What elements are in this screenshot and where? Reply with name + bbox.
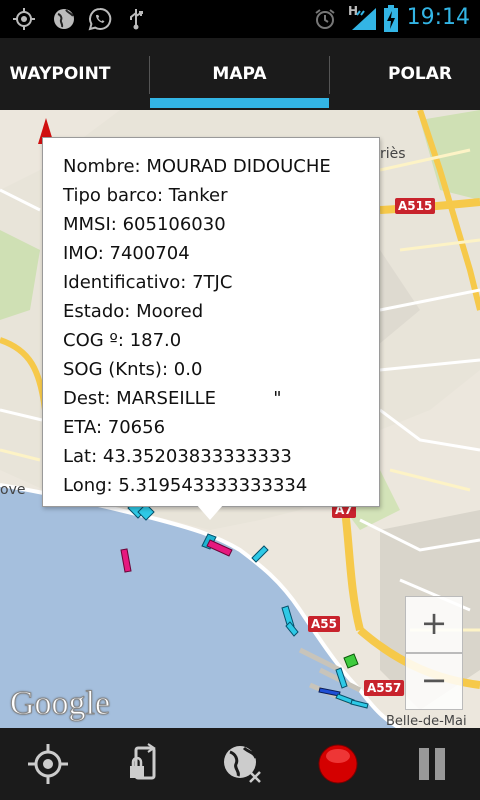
row-label: SOG (Knts): bbox=[63, 359, 169, 380]
battery-charging-icon bbox=[384, 5, 398, 32]
popup-row-long: Long: 5.319543333333334 bbox=[63, 475, 307, 496]
bottom-action-bar bbox=[0, 728, 480, 800]
selected-tab-indicator bbox=[150, 98, 329, 108]
row-label: MMSI: bbox=[63, 214, 117, 235]
lock-rotation-icon[interactable] bbox=[120, 740, 168, 788]
popup-row-estado: Estado: Moored bbox=[63, 301, 203, 322]
row-label: COG º: bbox=[63, 330, 124, 351]
tab-waypoint[interactable]: WAYPOINT bbox=[0, 38, 120, 110]
row-value: 0.0 bbox=[173, 359, 203, 380]
zoom-out-button[interactable]: − bbox=[405, 653, 463, 710]
row-label: Estado: bbox=[63, 301, 131, 322]
zoom-in-button[interactable]: + bbox=[405, 596, 463, 653]
globe-icon bbox=[54, 9, 74, 29]
row-value: 7TJC bbox=[192, 272, 233, 293]
signal-icon bbox=[352, 8, 376, 30]
road-label-a515: A515 bbox=[395, 198, 436, 214]
vessel-info-popup[interactable]: Nombre: MOURAD DIDOUCHE Tipo barco: Tank… bbox=[42, 137, 380, 507]
usb-icon bbox=[130, 9, 143, 30]
gps-icon bbox=[13, 8, 35, 30]
row-label: Tipo barco: bbox=[63, 185, 164, 206]
row-value: 187.0 bbox=[129, 330, 182, 351]
row-value: 5.319543333333334 bbox=[118, 475, 308, 496]
row-value: Tanker bbox=[168, 185, 228, 206]
popup-row-cog: COG º: 187.0 bbox=[63, 330, 181, 351]
popup-row-eta: ETA: 70656 bbox=[63, 417, 165, 438]
row-value: 70656 bbox=[107, 417, 166, 438]
popup-row-imo: IMO: 7400704 bbox=[63, 243, 190, 264]
road-label-a557: A557 bbox=[364, 680, 405, 696]
popup-row-identificativo: Identificativo: 7TJC bbox=[63, 272, 232, 293]
row-label: Identificativo: bbox=[63, 272, 187, 293]
place-label: riès bbox=[380, 146, 406, 162]
row-value: 43.35203833333333 bbox=[102, 446, 292, 467]
place-label: ove bbox=[0, 482, 26, 498]
row-label: Long: bbox=[63, 475, 113, 496]
record-icon[interactable] bbox=[314, 740, 362, 788]
google-logo: Google bbox=[9, 685, 111, 723]
globe-off-icon[interactable] bbox=[218, 740, 266, 788]
popup-row-dest: Dest: MARSEILLE " bbox=[63, 388, 282, 409]
whatsapp-icon bbox=[88, 7, 112, 31]
alarm-icon bbox=[315, 9, 335, 29]
popup-row-tipo-barco: Tipo barco: Tanker bbox=[63, 185, 228, 206]
status-bar: H 19:14 bbox=[0, 0, 480, 38]
row-value: 7400704 bbox=[109, 243, 190, 264]
row-label: Nombre: bbox=[63, 156, 141, 177]
row-value: MARSEILLE " bbox=[116, 388, 282, 409]
row-label: Lat: bbox=[63, 446, 98, 467]
row-value: MOURAD DIDOUCHE bbox=[146, 156, 331, 177]
locate-icon[interactable] bbox=[24, 740, 72, 788]
status-clock: 19:14 bbox=[406, 5, 470, 30]
place-label: Belle-de-Mai bbox=[386, 714, 467, 728]
tab-polar[interactable]: POLAR bbox=[360, 38, 480, 110]
road-label-a55: A55 bbox=[308, 616, 340, 632]
popup-row-mmsi: MMSI: 605106030 bbox=[63, 214, 226, 235]
popup-row-lat: Lat: 43.35203833333333 bbox=[63, 446, 292, 467]
popup-row-nombre: Nombre: MOURAD DIDOUCHE bbox=[63, 156, 331, 177]
row-label: Dest: bbox=[63, 388, 111, 409]
row-label: IMO: bbox=[63, 243, 104, 264]
row-label: ETA: bbox=[63, 417, 103, 438]
popup-pointer bbox=[196, 504, 224, 520]
pause-icon[interactable] bbox=[408, 740, 456, 788]
row-value: 605106030 bbox=[122, 214, 226, 235]
popup-row-sog: SOG (Knts): 0.0 bbox=[63, 359, 202, 380]
row-value: Moored bbox=[136, 301, 204, 322]
tab-divider bbox=[329, 56, 330, 94]
